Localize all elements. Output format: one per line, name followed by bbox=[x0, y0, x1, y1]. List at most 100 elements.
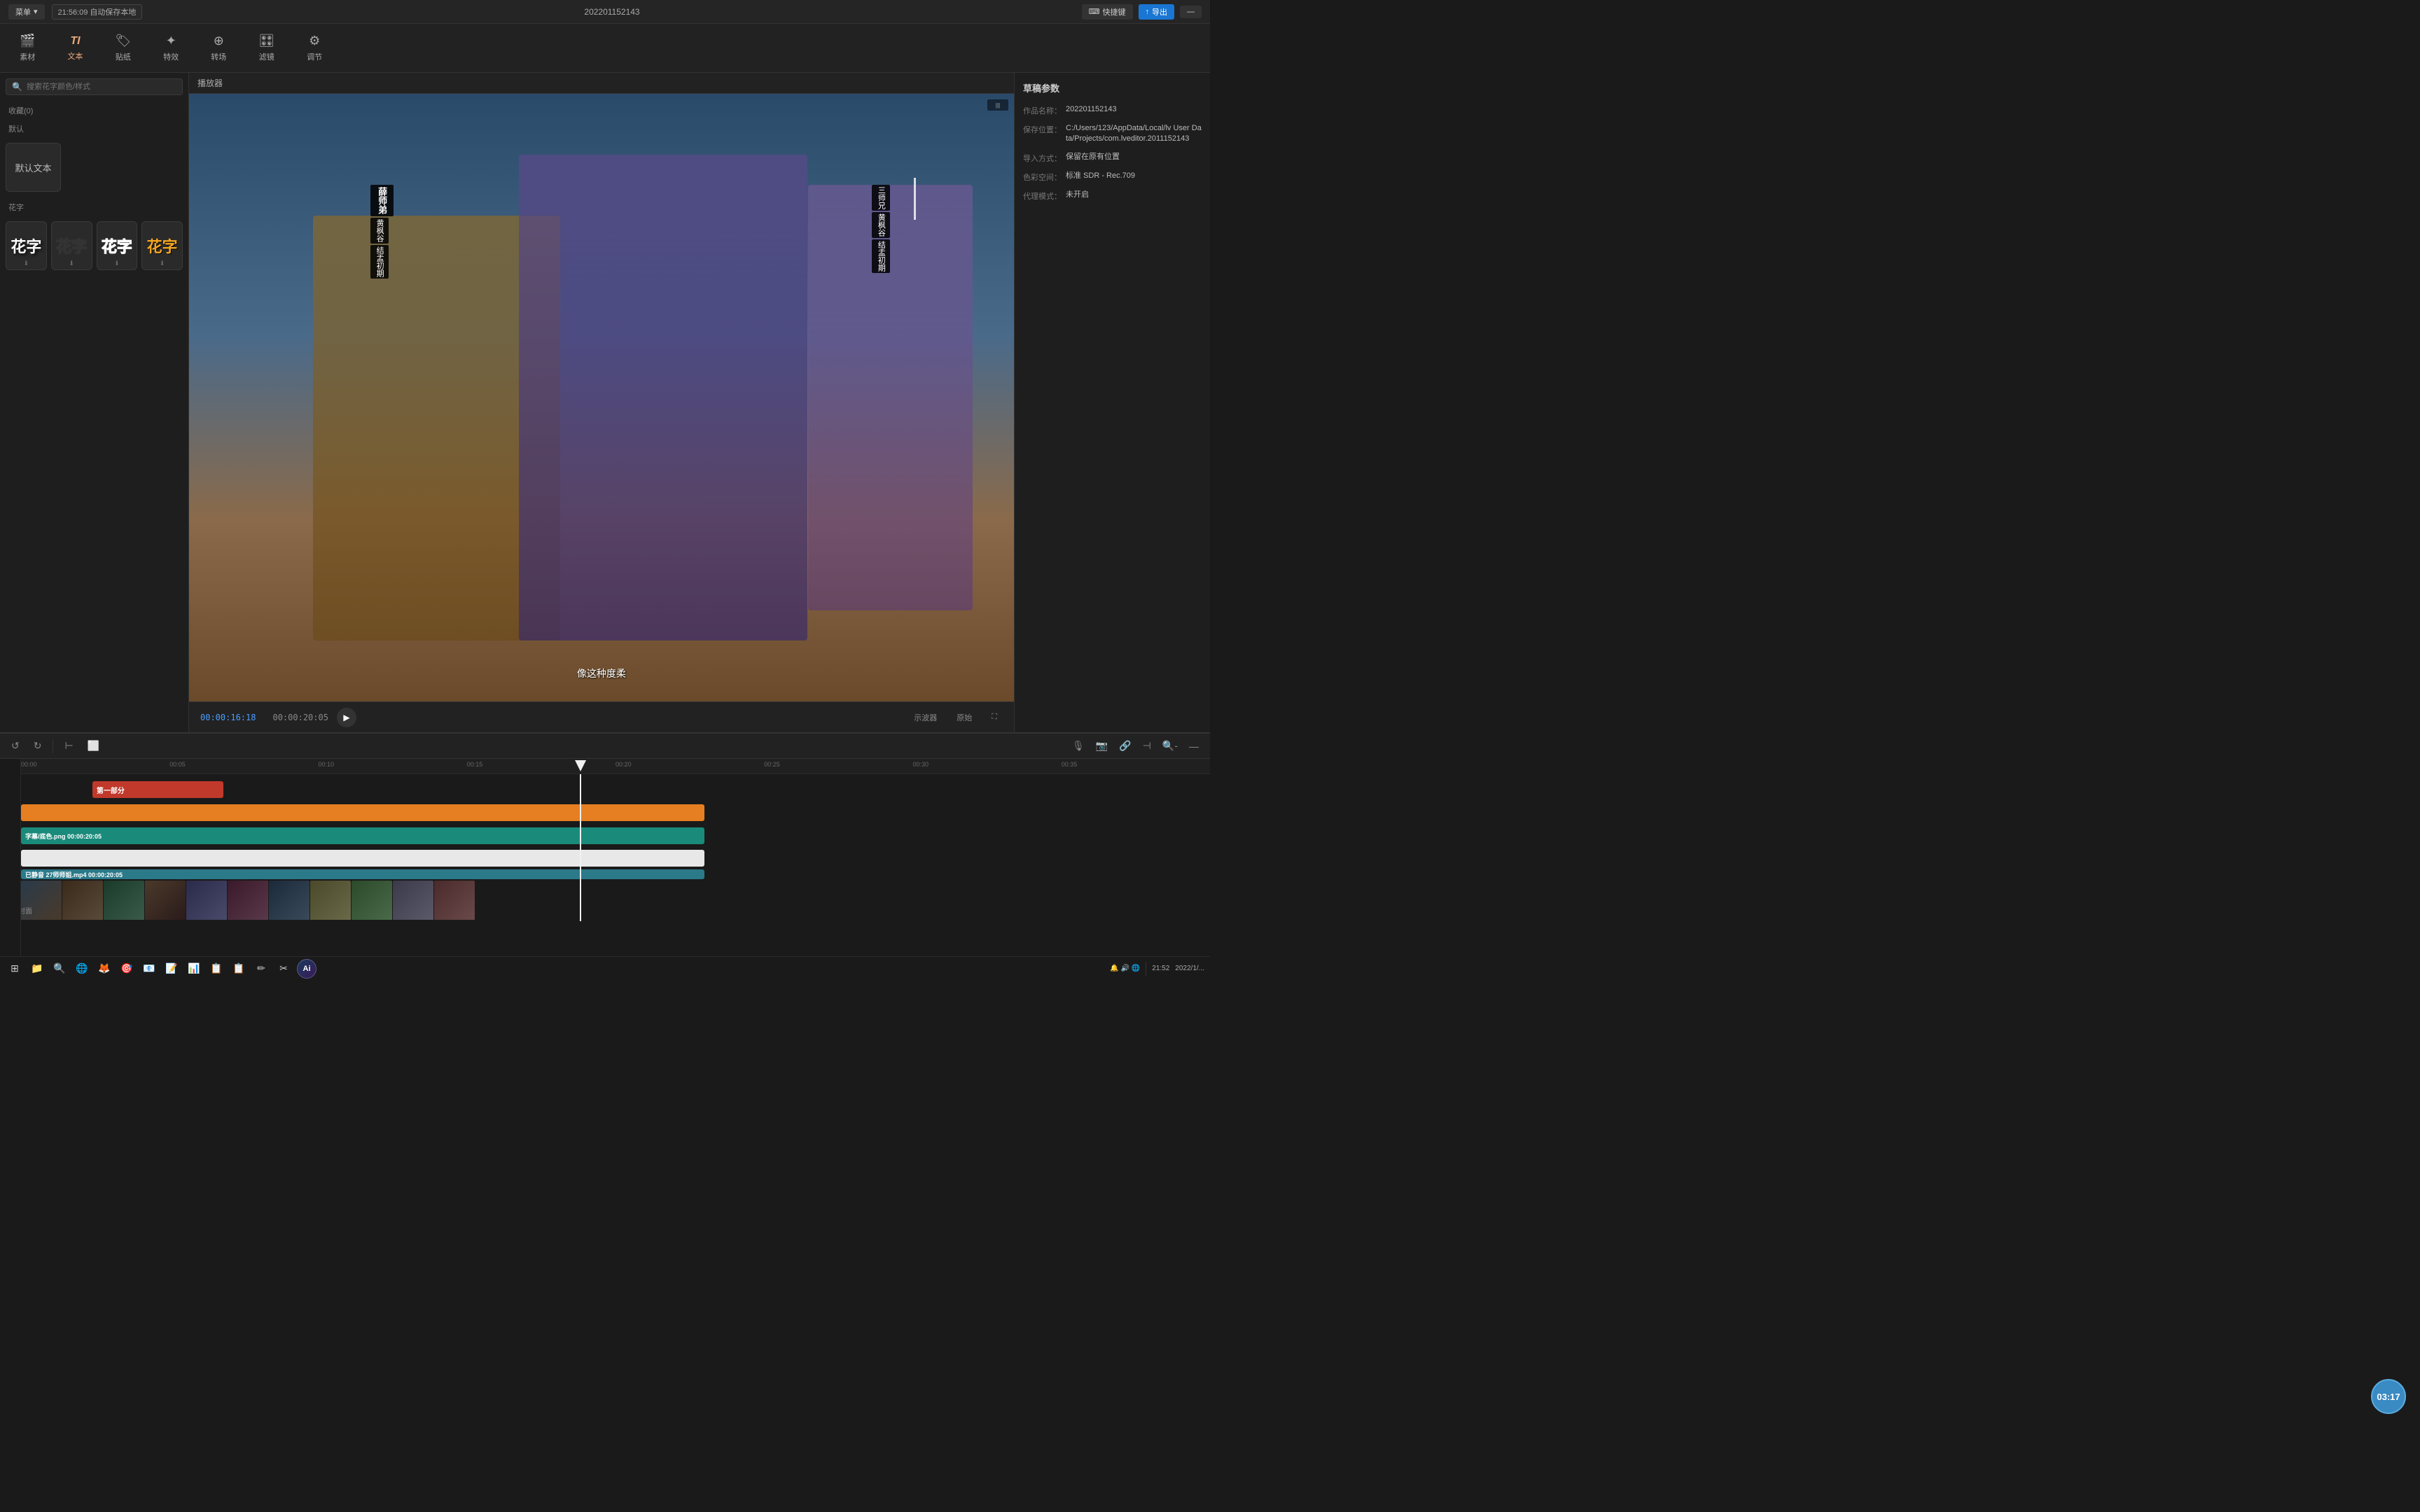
split-button[interactable]: ⊢ bbox=[62, 737, 76, 755]
video-cursor bbox=[914, 178, 916, 220]
huazi-item-1[interactable]: 花字 ⬇ bbox=[6, 221, 47, 270]
toolbar-item-effect[interactable]: ✦ 特效 bbox=[158, 31, 184, 65]
effect-label: 特效 bbox=[163, 51, 179, 62]
taskbar-time: 21:52 bbox=[1152, 965, 1169, 972]
main-clip[interactable] bbox=[21, 804, 704, 821]
huazi-download-2: ⬇ bbox=[69, 260, 74, 270]
play-button[interactable]: ▶ bbox=[337, 708, 356, 727]
taskbar-email[interactable]: 📧 bbox=[140, 960, 158, 978]
title-clip-label: 第一部分 bbox=[97, 785, 125, 795]
huazi-item-2[interactable]: 花字 ⬇ bbox=[51, 221, 92, 270]
effect-icon: ✦ bbox=[166, 34, 176, 48]
prop-label-3: 色彩空间： bbox=[1023, 171, 1062, 183]
fullscreen-button[interactable]: ⛶ bbox=[986, 710, 1003, 724]
demo-button[interactable]: 示波器 bbox=[908, 709, 943, 726]
timeline-tracks: 第一部分 字幕/底色.png 00:00:20:05 bbox=[21, 774, 1210, 921]
export-label: 导出 bbox=[1152, 6, 1167, 18]
timeline-toolbar: ↺ ↻ ⊢ ⬜ 🎙 📷 🔗 ⊣ 🔍- — bbox=[0, 734, 1210, 759]
taskbar-start[interactable]: ⊞ bbox=[6, 960, 24, 978]
subtitle-bg-clip[interactable] bbox=[21, 850, 704, 867]
export-icon: ↑ bbox=[1146, 8, 1150, 16]
toolbar-item-adjust[interactable]: ⚙ 调节 bbox=[301, 31, 328, 65]
default-text-item[interactable]: 默认文本 bbox=[6, 143, 61, 192]
timeline-main[interactable]: 00:00 00:05 00:10 00:15 00:20 00:25 00:3… bbox=[21, 759, 1210, 956]
huazi-item-4[interactable]: 花字 ⬇ bbox=[141, 221, 183, 270]
taskbar-search[interactable]: 🔍 bbox=[50, 960, 69, 978]
track-row-title: 第一部分 bbox=[21, 778, 1210, 801]
prop-label-2: 导入方式： bbox=[1023, 152, 1062, 164]
taskbar-word[interactable]: 📝 bbox=[162, 960, 181, 978]
media-label: 素材 bbox=[20, 51, 35, 62]
ai-badge[interactable]: Ai bbox=[297, 959, 317, 979]
shortcut-button[interactable]: ⌨ 快捷键 bbox=[1082, 4, 1133, 20]
ruler-mark-4: 00:20 bbox=[616, 761, 632, 768]
zoom-in-button[interactable]: — bbox=[1186, 738, 1202, 755]
thumb-11 bbox=[434, 881, 475, 920]
split2-button[interactable]: ⊣ bbox=[1140, 737, 1154, 755]
prop-row-3: 色彩空间： 标准 SDR - Rec.709 bbox=[1023, 171, 1202, 183]
taskbar-clipboard[interactable]: 📋 bbox=[230, 960, 248, 978]
redo-button[interactable]: ↻ bbox=[31, 737, 45, 755]
ruler-mark-0: 00:00 bbox=[21, 761, 37, 768]
ruler-mark-3: 00:15 bbox=[467, 761, 483, 768]
playhead[interactable] bbox=[580, 774, 581, 921]
toolbar: 🎬 素材 TI 文本 🏷 贴纸 ✦ 特效 ⊕ 转场 🎛 滤镜 ⚙ 调节 bbox=[0, 24, 1210, 73]
toolbar-item-text[interactable]: TI 文本 bbox=[62, 32, 88, 64]
text-label: 文本 bbox=[67, 50, 83, 62]
mic-button[interactable]: 🎙 bbox=[1069, 737, 1087, 755]
toolbar-item-transition[interactable]: ⊕ 转场 bbox=[205, 31, 232, 65]
timeline-section: ↺ ↻ ⊢ ⬜ 🎙 📷 🔗 ⊣ 🔍- — 00:00 00:05 00:10 0… bbox=[0, 732, 1210, 956]
autosave-status: 21:56:09 自动保存本地 bbox=[52, 4, 143, 20]
title-clip[interactable]: 第一部分 bbox=[92, 781, 223, 798]
taskbar-files[interactable]: 📁 bbox=[28, 960, 46, 978]
prop-label-0: 作品名称： bbox=[1023, 104, 1062, 116]
taskbar-target[interactable]: 🎯 bbox=[118, 960, 136, 978]
project-name-header: 202201152143 bbox=[584, 7, 639, 17]
top-bar-left: 菜单 ▾ 21:56:09 自动保存本地 bbox=[8, 4, 142, 20]
search-box[interactable]: 🔍 bbox=[6, 78, 183, 95]
player-area: 薛师弟 黄枫谷 结盂初期 三师兄 黄枫谷 结盂初期 像这种度柔 ||| bbox=[189, 94, 1014, 701]
video-button[interactable]: 📷 bbox=[1093, 737, 1111, 755]
subtitle-clip[interactable]: 字幕/底色.png 00:00:20:05 bbox=[21, 827, 704, 844]
keyboard-icon: ⌨ bbox=[1089, 7, 1100, 16]
prop-value-1: C:/Users/123/AppData/Local/lv User Data/… bbox=[1066, 123, 1202, 145]
menu-label: 菜单 bbox=[15, 6, 31, 18]
track-row-video: 已静音 27师师姐.mp4 00:00:20:05 bbox=[21, 869, 1210, 917]
search-input[interactable] bbox=[27, 83, 176, 91]
media-icon: 🎬 bbox=[20, 34, 35, 48]
zoom-out-button[interactable]: 🔍- bbox=[1160, 737, 1181, 755]
timeline-right-controls: 🎙 📷 🔗 ⊣ 🔍- — bbox=[1069, 737, 1202, 755]
taskbar-edge[interactable]: 🌐 bbox=[73, 960, 91, 978]
taskbar-edit[interactable]: ✏ bbox=[252, 960, 270, 978]
video-label: 已静音 27师师姐.mp4 00:00:20:05 bbox=[25, 870, 123, 879]
timer-badge: 03:17 bbox=[2371, 1379, 2406, 1414]
prop-row-0: 作品名称： 202201152143 bbox=[1023, 104, 1202, 116]
export-button[interactable]: ↑ 导出 bbox=[1139, 4, 1175, 20]
adjust-icon: ⚙ bbox=[309, 34, 320, 48]
subtitle-clip-label: 字幕/底色.png 00:00:20:05 bbox=[25, 832, 102, 841]
search-icon: 🔍 bbox=[12, 82, 22, 92]
thumb-7 bbox=[269, 881, 310, 920]
filter-icon: 🎛 bbox=[258, 34, 274, 48]
taskbar-cut[interactable]: ✂ bbox=[274, 960, 293, 978]
minimize-button[interactable]: — bbox=[1180, 6, 1202, 18]
original-button[interactable]: 原始 bbox=[951, 709, 978, 726]
timeline-left-gutter bbox=[0, 759, 21, 956]
sticker-label: 贴纸 bbox=[116, 51, 131, 62]
toolbar-item-media[interactable]: 🎬 素材 bbox=[14, 31, 41, 65]
prop-row-1: 保存位置： C:/Users/123/AppData/Local/lv User… bbox=[1023, 123, 1202, 145]
huazi-download-1: ⬇ bbox=[24, 260, 29, 270]
undo-button[interactable]: ↺ bbox=[8, 737, 22, 755]
transition-label: 转场 bbox=[211, 51, 226, 62]
taskbar-excel[interactable]: 📊 bbox=[185, 960, 203, 978]
taskbar-ppt[interactable]: 📋 bbox=[207, 960, 225, 978]
menu-button[interactable]: 菜单 ▾ bbox=[8, 4, 45, 20]
toolbar-item-filter[interactable]: 🎛 滤镜 bbox=[253, 31, 280, 65]
toolbar-item-sticker[interactable]: 🏷 贴纸 bbox=[109, 31, 137, 65]
link-button[interactable]: 🔗 bbox=[1116, 737, 1134, 755]
character-right bbox=[808, 185, 973, 610]
video-label-clip[interactable]: 已静音 27师师姐.mp4 00:00:20:05 bbox=[21, 869, 704, 879]
crop-button[interactable]: ⬜ bbox=[85, 737, 102, 755]
huazi-item-3[interactable]: 花字 ⬇ bbox=[97, 221, 138, 270]
taskbar-firefox[interactable]: 🦊 bbox=[95, 960, 113, 978]
